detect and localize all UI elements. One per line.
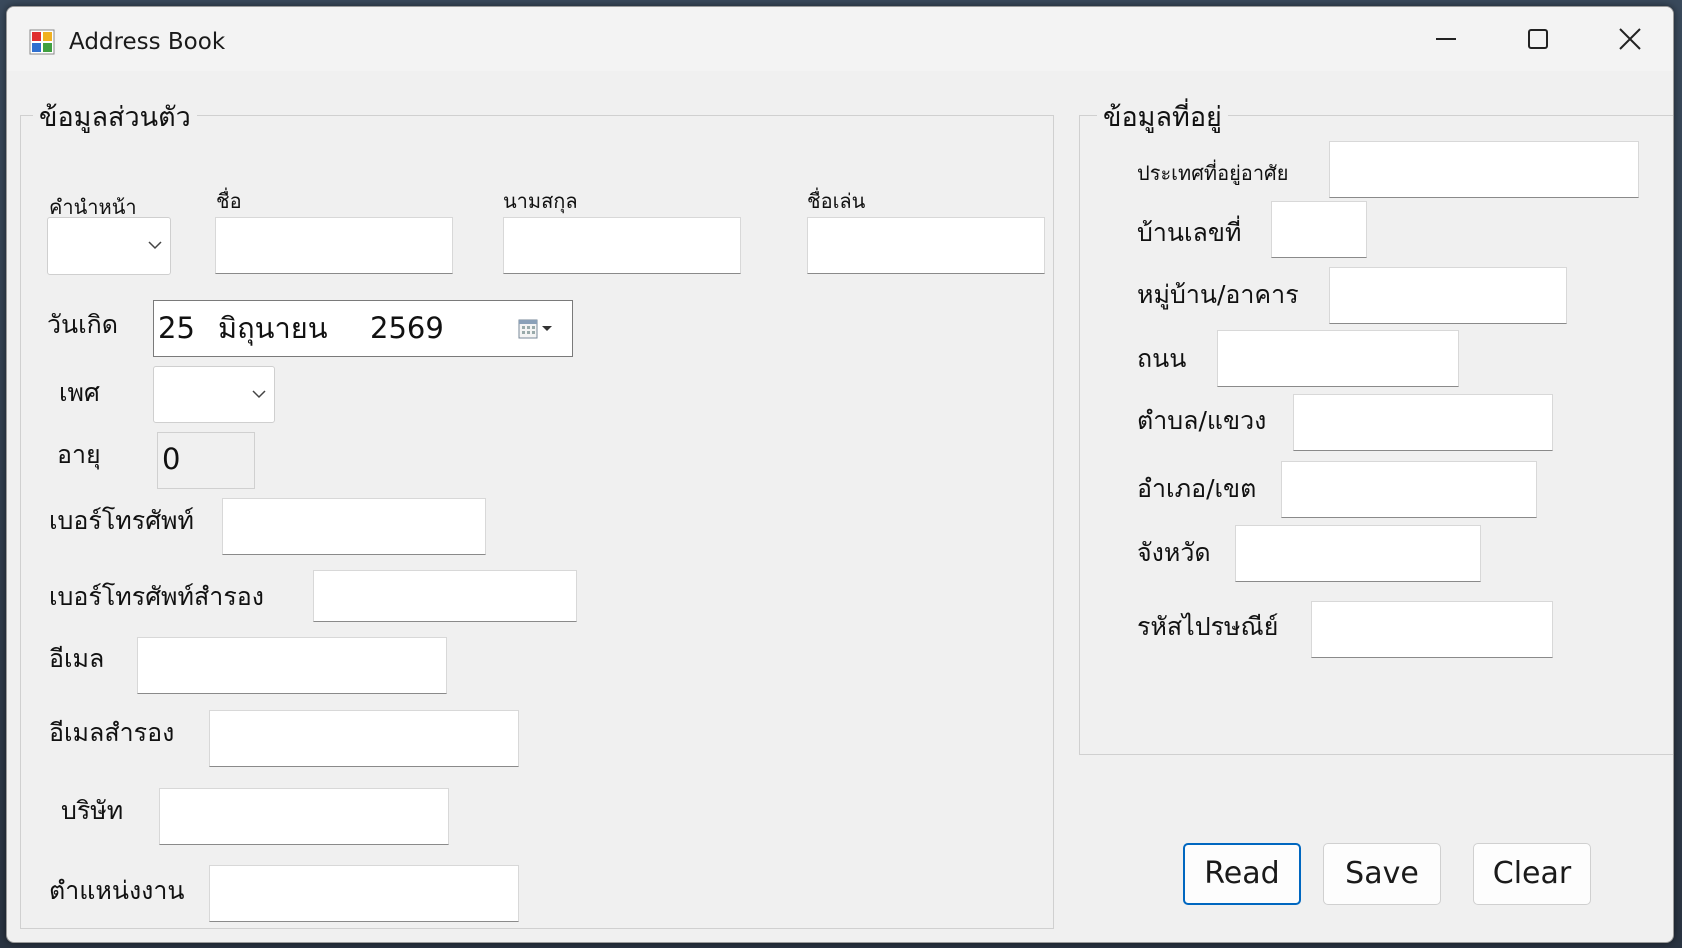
district-label: อำเภอ/เขต	[1137, 474, 1257, 503]
address-book-window: Address Book ข้อมูลส่วนตัว คำนำหน้า ชื่อ…	[6, 6, 1674, 943]
save-button[interactable]: Save	[1323, 843, 1441, 905]
maximize-icon	[1528, 29, 1548, 49]
email-input[interactable]	[137, 637, 447, 694]
country-input[interactable]	[1329, 141, 1639, 198]
maximize-button[interactable]	[1493, 7, 1583, 71]
house-no-input[interactable]	[1271, 201, 1367, 258]
personal-info-group-title: ข้อมูลส่วนตัว	[33, 101, 197, 135]
district-input[interactable]	[1281, 461, 1537, 518]
window-title: Address Book	[69, 29, 226, 55]
email-alt-label: อีเมลสำรอง	[49, 718, 175, 747]
province-input[interactable]	[1235, 525, 1481, 582]
phone-label: เบอร์โทรศัพท์	[49, 506, 195, 535]
village-label: หมู่บ้าน/อาคาร	[1137, 280, 1299, 309]
company-label: บริษัท	[61, 796, 124, 825]
age-field: 0	[157, 432, 255, 489]
birthdate-label: วันเกิด	[47, 310, 119, 339]
subdistrict-input[interactable]	[1293, 394, 1553, 451]
postcode-label: รหัสไปรษณีย์	[1137, 612, 1279, 641]
email-alt-input[interactable]	[209, 710, 519, 767]
country-label: ประเทศที่อยู่อาศัย	[1137, 161, 1289, 185]
phone-alt-label: เบอร์โทรศัพท์สำรอง	[49, 582, 264, 611]
firstname-label: ชื่อ	[216, 189, 242, 213]
road-label: ถนน	[1137, 344, 1187, 373]
lastname-label: นามสกุล	[503, 189, 578, 213]
company-input[interactable]	[159, 788, 449, 845]
app-icon	[29, 29, 55, 55]
chevron-down-icon	[252, 389, 266, 398]
address-info-group-title: ข้อมูลที่อยู่	[1097, 101, 1228, 135]
minimize-button[interactable]	[1401, 7, 1491, 71]
prefix-combo[interactable]	[47, 217, 171, 275]
nickname-label: ชื่อเล่น	[807, 189, 866, 213]
birthdate-year: 2569	[370, 311, 444, 345]
email-label: อีเมล	[49, 644, 105, 673]
phone-input[interactable]	[222, 498, 486, 555]
birthdate-picker[interactable]: 25 มิถุนายน 2569	[153, 300, 573, 357]
chevron-down-icon	[148, 241, 162, 250]
birthdate-month: มิถุนายน	[218, 311, 328, 345]
firstname-input[interactable]	[215, 217, 453, 274]
phone-alt-input[interactable]	[313, 570, 577, 622]
age-label: อายุ	[57, 440, 101, 469]
calendar-dropdown-icon[interactable]	[518, 318, 558, 340]
postcode-input[interactable]	[1311, 601, 1553, 658]
subdistrict-label: ตำบล/แขวง	[1137, 406, 1267, 435]
province-label: จังหวัด	[1137, 538, 1211, 567]
house-no-label: บ้านเลขที่	[1137, 218, 1242, 247]
lastname-input[interactable]	[503, 217, 741, 274]
birthdate-day: 25	[158, 311, 195, 345]
minimize-icon	[1436, 38, 1456, 40]
position-input[interactable]	[209, 865, 519, 922]
gender-combo[interactable]	[153, 366, 275, 423]
road-input[interactable]	[1217, 330, 1459, 387]
gender-label: เพศ	[59, 378, 100, 407]
close-button[interactable]	[1585, 7, 1673, 71]
read-button[interactable]: Read	[1183, 843, 1301, 905]
clear-button[interactable]: Clear	[1473, 843, 1591, 905]
nickname-input[interactable]	[807, 217, 1045, 274]
close-icon	[1619, 28, 1641, 50]
position-label: ตำแหน่งงาน	[49, 876, 185, 905]
title-bar: Address Book	[7, 7, 1673, 71]
village-input[interactable]	[1329, 267, 1567, 324]
